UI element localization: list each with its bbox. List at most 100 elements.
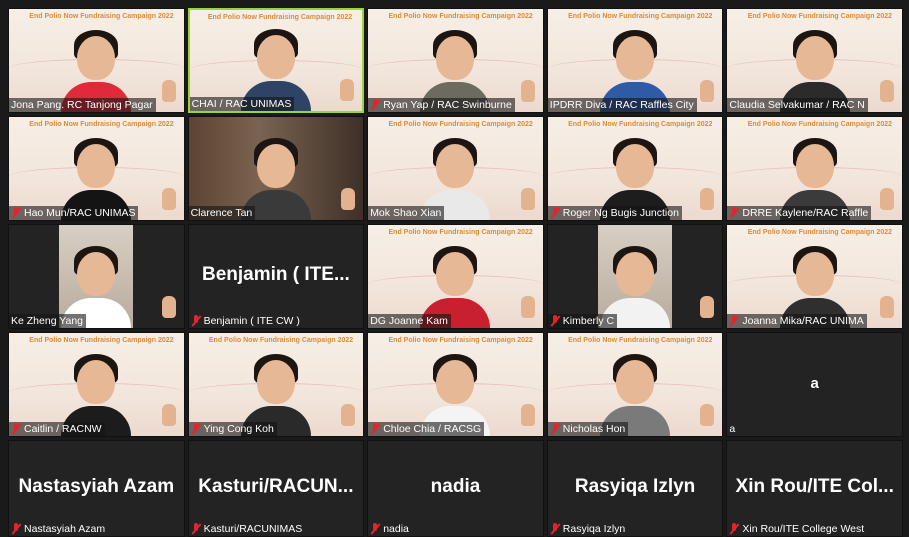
participant-tile[interactable]: End Polio Now Fundraising Campaign 2022 C… [367, 332, 544, 437]
hand-gesture [880, 296, 894, 318]
campaign-banner-text: End Polio Now Fundraising Campaign 2022 [29, 121, 174, 128]
participant-tile[interactable]: Nastasyiah Azam Nastasyiah Azam [8, 440, 185, 537]
person-head [436, 36, 475, 80]
participant-name: Kimberly C [562, 315, 615, 327]
participant-nameplate: IPDRR Diva / RAC Raffles City [547, 98, 697, 112]
participant-name: nadia [383, 523, 409, 535]
participant-nameplate: DRRE Kaylene/RAC Raffle [727, 206, 872, 220]
person-head [795, 252, 834, 296]
hand-gesture [700, 296, 715, 318]
mic-muted-icon [550, 207, 560, 219]
participant-tile[interactable]: End Polio Now Fundraising Campaign 2022 C… [8, 332, 185, 437]
participant-nameplate: CHAI / RAC UNIMAS [189, 97, 295, 111]
participant-tile[interactable]: Kasturi/RACUN... Kasturi/RACUNIMAS [187, 440, 365, 537]
person-head [256, 35, 295, 79]
participant-display-name: Kasturi/RACUN... [198, 475, 354, 497]
participant-tile[interactable]: End Polio Now Fundraising Campaign 2022 C… [726, 8, 903, 113]
campaign-banner-text: End Polio Now Fundraising Campaign 2022 [747, 229, 892, 236]
person-head [616, 252, 655, 296]
participant-nameplate: Nicholas Hon [547, 422, 629, 436]
participant-tile[interactable]: End Polio Now Fundraising Campaign 2022 D… [367, 224, 544, 329]
mic-muted-icon [11, 523, 21, 535]
participant-tile[interactable]: Rasyiqa Izlyn Rasyiqa Izlyn [546, 440, 724, 537]
campaign-banner-text: End Polio Now Fundraising Campaign 2022 [388, 229, 533, 236]
hand-gesture [520, 188, 535, 210]
participant-nameplate: Chloe Chia / RACSG [368, 422, 485, 436]
participant-tile[interactable]: Clarence Tan [187, 116, 365, 221]
person-head [436, 252, 475, 296]
participant-nameplate: DG Joanne Kam [368, 314, 451, 328]
participant-nameplate: Ryan Yap / RAC Swinburne [368, 98, 515, 112]
hand-gesture [700, 404, 715, 426]
participant-tile[interactable]: Xin Rou/ITE Col... Xin Rou/ITE College We… [726, 440, 903, 537]
mic-muted-icon [11, 207, 21, 219]
campaign-banner-text: End Polio Now Fundraising Campaign 2022 [208, 337, 354, 344]
hand-gesture [520, 296, 535, 318]
participant-name: Mok Shao Xian [370, 207, 442, 219]
participant-tile[interactable]: End Polio Now Fundraising Campaign 2022 Y… [187, 332, 365, 437]
participant-name: Claudia Selvakumar / RAC N [729, 99, 865, 111]
participant-nameplate: Mok Shao Xian [368, 206, 445, 220]
mic-muted-icon [550, 315, 560, 327]
participant-name: Ying Cong Koh [203, 423, 274, 435]
participant-nameplate: Clarence Tan [188, 206, 256, 220]
participant-tile[interactable]: Ke Zheng Yang [8, 224, 185, 329]
campaign-banner-text: End Polio Now Fundraising Campaign 2022 [388, 13, 533, 20]
participant-tile[interactable]: End Polio Now Fundraising Campaign 2022 C… [187, 8, 365, 113]
person-head [616, 360, 655, 404]
participant-nameplate: Xin Rou/ITE College West [727, 522, 867, 536]
hand-gesture [700, 188, 715, 210]
hand-gesture [161, 80, 176, 102]
participant-name: DRRE Kaylene/RAC Raffle [742, 207, 869, 219]
mic-muted-icon [550, 423, 560, 435]
participant-tile[interactable]: End Polio Now Fundraising Campaign 2022 R… [546, 116, 724, 221]
participant-name: Benjamin ( ITE CW ) [203, 315, 300, 327]
participant-nameplate: Hao Mun/RAC UNIMAS [9, 206, 139, 220]
participant-nameplate: Claudia Selvakumar / RAC N [727, 98, 868, 112]
participant-name: Nicholas Hon [562, 423, 626, 435]
participant-nameplate: nadia [368, 522, 412, 536]
participant-name: Roger Ng Bugis Junction [562, 207, 679, 219]
participant-tile[interactable]: aa [726, 332, 903, 437]
participant-tile[interactable]: End Polio Now Fundraising Campaign 2022 J… [8, 8, 185, 113]
hand-gesture [700, 80, 715, 102]
participant-tile[interactable]: End Polio Now Fundraising Campaign 2022 N… [546, 332, 724, 437]
participant-tile[interactable]: End Polio Now Fundraising Campaign 2022 R… [367, 8, 544, 113]
participant-name: Joanna Mika/RAC UNIMA [742, 315, 864, 327]
campaign-banner-text: End Polio Now Fundraising Campaign 2022 [207, 14, 353, 21]
participant-nameplate: Ying Cong Koh [188, 422, 277, 436]
participant-display-name: nadia [430, 475, 481, 497]
participant-tile[interactable]: Kimberly C [546, 224, 724, 329]
person-head [795, 36, 834, 80]
participant-nameplate: Jona Pang. RC Tanjong Pagar [9, 98, 156, 112]
participant-name: Clarence Tan [190, 207, 253, 219]
hand-gesture [340, 79, 355, 101]
participant-name: Ke Zheng Yang [11, 315, 84, 327]
mic-muted-icon [191, 423, 201, 435]
participant-tile[interactable]: End Polio Now Fundraising Campaign 2022 H… [8, 116, 185, 221]
participant-tile[interactable]: End Polio Now Fundraising Campaign 2022 I… [546, 8, 724, 113]
participant-tile[interactable]: End Polio Now Fundraising Campaign 2022 M… [367, 116, 544, 221]
person-head [616, 36, 655, 80]
person-head [256, 144, 295, 188]
participant-tile[interactable]: End Polio Now Fundraising Campaign 2022 D… [726, 116, 903, 221]
participant-name: IPDRR Diva / RAC Raffles City [549, 99, 694, 111]
participant-nameplate: a [727, 422, 738, 436]
participant-name: Chloe Chia / RACSG [383, 423, 482, 435]
participant-name: Rasyiqa Izlyn [562, 523, 626, 535]
participant-name: Jona Pang. RC Tanjong Pagar [11, 99, 153, 111]
participant-nameplate: Roger Ng Bugis Junction [547, 206, 682, 220]
campaign-banner-text: End Polio Now Fundraising Campaign 2022 [388, 121, 533, 128]
participant-display-name: Xin Rou/ITE Col... [735, 475, 894, 497]
mic-muted-icon [729, 523, 739, 535]
campaign-banner-text: End Polio Now Fundraising Campaign 2022 [29, 337, 174, 344]
participant-nameplate: Rasyiqa Izlyn [548, 522, 628, 536]
mic-muted-icon [370, 99, 380, 111]
participant-tile[interactable]: Benjamin ( ITE... Benjamin ( ITE CW ) [187, 224, 365, 329]
participant-nameplate: Kimberly C [547, 314, 618, 328]
participant-tile[interactable]: End Polio Now Fundraising Campaign 2022 J… [726, 224, 903, 329]
person-head [256, 360, 295, 404]
participant-tile[interactable]: nadia nadia [367, 440, 544, 537]
participant-nameplate: Ke Zheng Yang [9, 314, 87, 328]
participant-display-name: Rasyiqa Izlyn [574, 475, 696, 497]
